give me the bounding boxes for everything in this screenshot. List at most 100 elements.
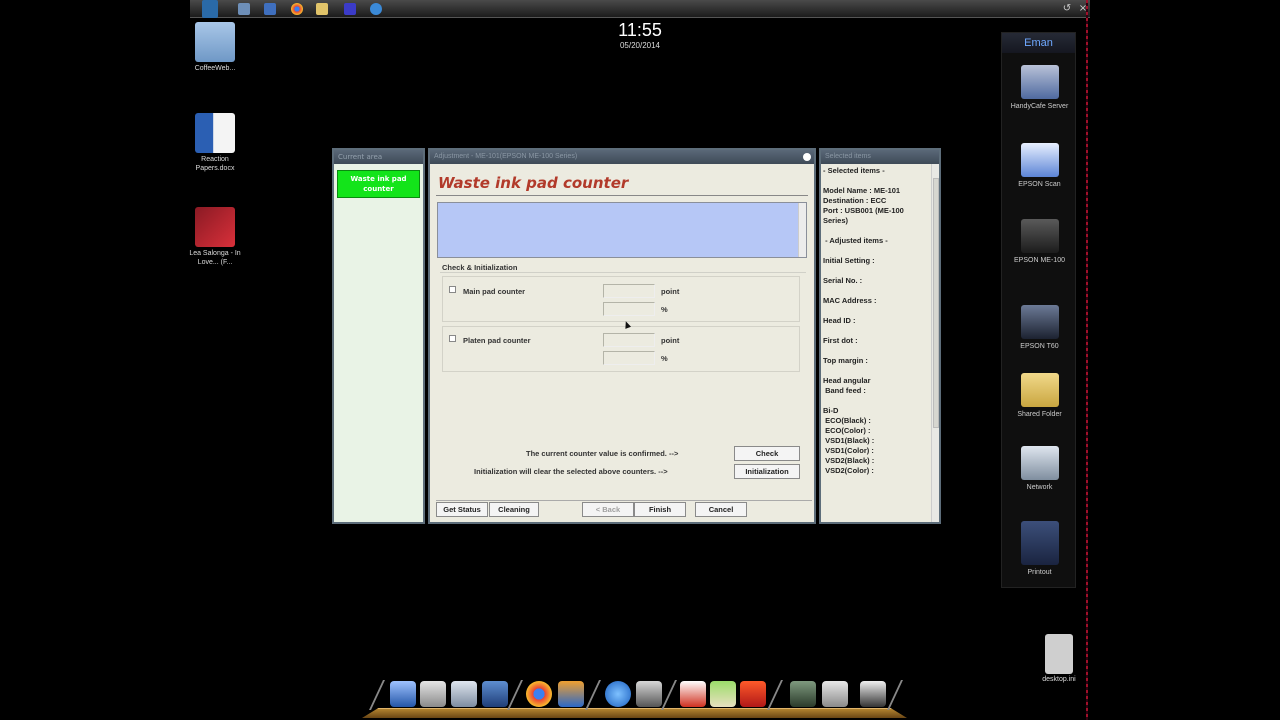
selected-item-line: Serial No. : [823,276,863,285]
app-icon[interactable] [344,3,356,15]
side-item-label: Printout [1027,569,1052,576]
server-icon [1020,65,1059,99]
scanner-icon [1020,143,1059,177]
dock-shelf [362,708,907,718]
side-item-label: Shared Folder [1017,411,1062,418]
platen-pad-checkbox[interactable] [449,335,456,342]
folder-icon[interactable] [316,3,328,15]
side-item-printout[interactable]: Printout [1002,521,1077,577]
platen-pad-label: Platen pad counter [463,336,531,345]
scrollbar-thumb[interactable] [933,178,939,428]
office-icon[interactable] [740,681,766,707]
selected-item-line: Top margin : [823,356,868,365]
film-icon[interactable] [636,681,662,707]
dialog-title: Adjustment - ME-101(EPSON ME-100 Series) [434,153,578,160]
selected-item-line: - Selected items - [823,166,885,175]
undo-icon[interactable]: ↺ [1060,2,1074,16]
desktop-icon-desktop-ini[interactable]: desktop.ini [1042,634,1076,683]
monitor-icon[interactable] [390,681,416,707]
selected-item-line: Band feed : [823,386,866,395]
divider [440,272,806,273]
printer-icon [1020,305,1059,339]
get-status-button[interactable]: Get Status [436,502,488,517]
scrollbar[interactable] [931,164,939,522]
selected-items-list: - Selected items - Model Name : ME-101 De… [823,166,931,476]
pdf-icon[interactable] [680,681,706,707]
selected-item-line: First dot : [823,336,858,345]
selected-items-panel: Selected items - Selected items - Model … [819,148,941,524]
trash-icon[interactable] [860,681,886,707]
drive-icon[interactable] [822,681,848,707]
desktop-icon-lea-salonga[interactable]: Lea Salonga - In Love... (F... [185,207,245,267]
desktop: ↺ × 11:55 05/20/2014 CoffeeWeb... Reacti… [189,0,1090,720]
selected-item-line [823,346,931,356]
side-item-label: EPSON T60 [1020,343,1059,350]
side-item-handycafe[interactable]: HandyCafe Server [1002,65,1077,111]
selected-item-line: ECO(Color) : [823,426,871,435]
side-item-epson-t60[interactable]: EPSON T60 [1002,305,1077,351]
finish-button[interactable]: Finish [634,502,686,517]
chrome-icon[interactable] [291,3,303,15]
edit-icon[interactable] [482,681,508,707]
dialog-title-bar: Adjustment - ME-101(EPSON ME-100 Series) [430,150,814,164]
ie-icon[interactable] [605,681,631,707]
chrome-icon[interactable] [526,681,552,707]
back-arrow-icon[interactable] [264,3,276,15]
panel-title: Current area [334,150,423,164]
selected-item-line: Bi-D [823,406,839,415]
settings-icon[interactable] [790,681,816,707]
area-item-waste-ink-pad[interactable]: Waste ink pad counter [337,170,420,198]
adjustment-dialog: Adjustment - ME-101(EPSON ME-100 Series)… [428,148,816,524]
side-item-label: HandyCafe Server [1010,103,1069,110]
side-item-epson-me100[interactable]: EPSON ME-100 [1002,219,1077,265]
window-icon[interactable] [238,3,250,15]
divider [436,195,808,196]
desktop-icon-coffeeweb[interactable]: CoffeeWeb... [185,22,245,73]
selected-item-line: Port : USB001 (ME-100 [823,206,904,215]
desktop-icon-reaction-papers[interactable]: Reaction Papers.docx [185,113,245,173]
side-item-label: Network [1026,484,1053,491]
finder-icon[interactable] [451,681,477,707]
initialization-button[interactable]: Initialization [734,464,800,479]
scrollbar[interactable] [798,203,806,257]
desktop-icon-label: desktop.ini [1042,676,1076,683]
side-item-label: EPSON ME-100 [1014,257,1065,264]
back-button[interactable]: < Back [582,502,634,517]
media-player-icon[interactable] [558,681,584,707]
dock-separator [661,680,677,710]
side-item-shared-folder[interactable]: Shared Folder [1002,373,1077,419]
platen-pad-group: Platen pad counter point % [442,326,800,372]
platen-pad-point-field [603,333,655,347]
side-item-epson-scan[interactable]: EPSON Scan [1002,143,1077,189]
divider [436,500,812,501]
mail-icon[interactable] [710,681,736,707]
unit-percent: % [661,305,668,314]
main-pad-percent-field [603,302,655,316]
apple-icon[interactable] [420,681,446,707]
side-item-label: EPSON Scan [1018,181,1061,188]
close-icon[interactable] [803,153,811,161]
bookmark-icon[interactable] [202,0,218,18]
message-box [437,202,807,258]
main-pad-group: Main pad counter point % [442,276,800,322]
main-pad-label: Main pad counter [463,287,526,296]
cleaning-button[interactable]: Cleaning [489,502,539,517]
selected-item-line [823,286,931,296]
main-pad-checkbox[interactable] [449,286,456,293]
selected-item-line: Destination : ECC [823,196,887,205]
clock-time: 11:55 [618,20,662,40]
side-item-network[interactable]: Network [1002,446,1077,492]
selected-item-line: ECO(Black) : [823,416,871,425]
selected-item-line [823,266,931,276]
selected-item-line [823,396,931,406]
cancel-button[interactable]: Cancel [695,502,747,517]
group-label: Check & Initialization [442,263,518,272]
globe-icon[interactable] [370,3,382,15]
dock-separator [369,680,385,710]
dock-separator [507,680,523,710]
area-list-panel: Current area Waste ink pad counter [332,148,425,524]
users-icon [1020,521,1059,565]
settings-file-icon [1045,634,1073,674]
check-button[interactable]: Check [734,446,800,461]
selected-item-line: VSD2(Color) : [823,466,874,475]
